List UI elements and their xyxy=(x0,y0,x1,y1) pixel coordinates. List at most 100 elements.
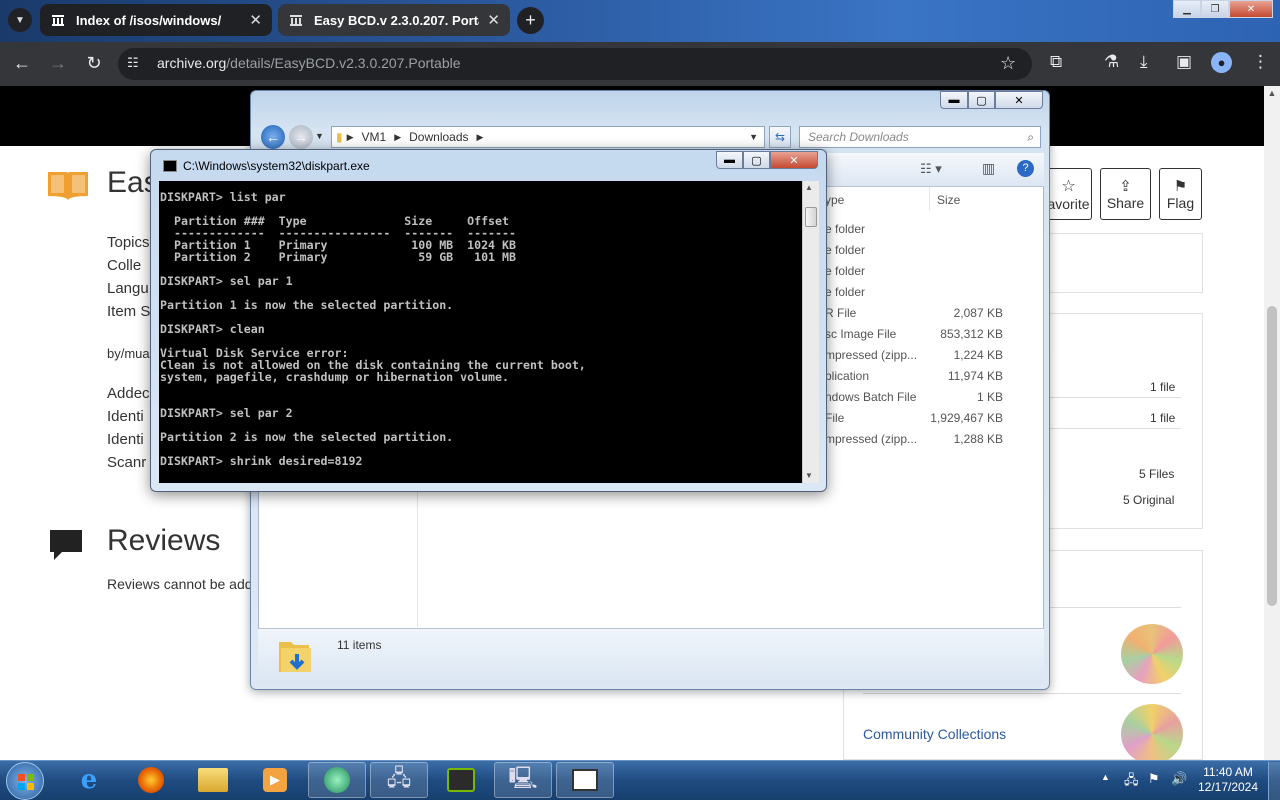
byline[interactable]: by/mua xyxy=(107,346,150,361)
download-icon[interactable]: ⤓ xyxy=(1140,52,1148,72)
page-scrollbar[interactable] xyxy=(1264,86,1280,760)
taskbar-nvidia[interactable] xyxy=(432,762,490,798)
extensions-icon[interactable]: ⧉ xyxy=(1050,52,1062,72)
collection-thumbnail[interactable] xyxy=(1121,704,1183,764)
close-window-button[interactable]: ✕ xyxy=(770,151,818,169)
reload-button[interactable]: ↻ xyxy=(82,51,106,75)
explorer-back-button[interactable]: ← xyxy=(261,125,285,149)
maximize-button[interactable]: ▢ xyxy=(968,91,995,109)
scroll-up-icon[interactable]: ▲ xyxy=(1266,88,1278,102)
chevron-down-icon[interactable]: ▼ xyxy=(749,132,758,142)
breadcrumb-vm1[interactable]: VM1 xyxy=(362,130,387,144)
collection-thumbnail[interactable] xyxy=(1121,624,1183,684)
minimize-icon: ▁ xyxy=(1183,3,1191,15)
preview-pane-icon[interactable]: ▥ xyxy=(982,160,995,177)
favorite-button[interactable]: ☆ avorite xyxy=(1046,168,1092,220)
action-center-flag-icon[interactable]: ⚑ xyxy=(1148,771,1160,787)
taskbar-file-explorer[interactable] xyxy=(184,762,242,798)
console-output[interactable]: DISKPART> list par Partition ### Type Si… xyxy=(159,181,802,483)
bookmark-star-icon[interactable]: ☆ xyxy=(1000,53,1016,74)
taskbar-console[interactable] xyxy=(556,762,614,798)
console-scrollbar[interactable]: ▲ ▼ xyxy=(802,181,819,483)
tab-search-button[interactable]: ▼ xyxy=(8,8,32,32)
breadcrumb-downloads[interactable]: Downloads xyxy=(409,130,468,144)
share-button[interactable]: ⇪ Share xyxy=(1100,168,1151,220)
explorer-search-input[interactable]: Search Downloads ⌕ xyxy=(799,126,1041,148)
scrollbar-thumb[interactable] xyxy=(805,207,817,227)
site-info-icon[interactable]: ☷ xyxy=(127,55,145,73)
reviews-heading: Reviews xyxy=(107,524,221,557)
close-icon: ✕ xyxy=(789,154,799,167)
column-header-size[interactable]: Size xyxy=(937,193,960,207)
taskbar-clock[interactable]: 11:40 AM 12/17/2024 xyxy=(1192,765,1264,795)
volume-icon[interactable]: 🔊 xyxy=(1171,771,1187,787)
file-row-size: 1,929,467 KB xyxy=(930,411,1003,425)
tab-index-of-isos[interactable]: Index of /isos/windows/ ✕ xyxy=(40,4,272,36)
taskbar-computer[interactable]: 🖳 xyxy=(494,762,552,798)
divider xyxy=(1040,428,1181,429)
close-icon[interactable]: ✕ xyxy=(249,11,262,29)
file-row-type[interactable]: e folder xyxy=(825,264,865,278)
taskbar-network-app[interactable]: 🖧 xyxy=(370,762,428,798)
explorer-status-bar xyxy=(258,628,1044,683)
original-total[interactable]: 5 Original xyxy=(1123,493,1174,507)
view-options-icon[interactable]: ☷ ▾ xyxy=(920,161,942,177)
file-row-type[interactable]: e folder xyxy=(825,222,865,236)
forward-button[interactable]: → xyxy=(46,51,70,75)
new-tab-button[interactable]: + xyxy=(517,7,544,34)
scroll-up-icon[interactable]: ▲ xyxy=(805,183,813,192)
explorer-forward-button[interactable]: → xyxy=(289,125,313,149)
minimize-button[interactable]: ▬ xyxy=(940,91,968,109)
minimize-button[interactable]: ▁ xyxy=(1173,0,1201,18)
close-window-button[interactable]: ✕ xyxy=(995,91,1043,109)
arrow-right-icon: → xyxy=(294,129,308,145)
file-row-type[interactable]: sc Image File xyxy=(825,327,896,341)
file-count-1[interactable]: 1 file xyxy=(1150,380,1175,394)
show-hidden-icons[interactable]: ▲ xyxy=(1101,772,1110,782)
taskbar-chrome-like-app[interactable] xyxy=(308,762,366,798)
restore-button[interactable]: ❐ xyxy=(1201,0,1229,18)
arrow-right-icon: → xyxy=(49,52,67,73)
explorer-address-bar[interactable]: ▮ ▶ VM1 ▶ Downloads ▶ ▼ xyxy=(331,126,765,148)
chevron-right-icon: ▶ xyxy=(476,131,484,142)
network-icon[interactable]: 🖧 xyxy=(1124,771,1139,793)
start-button[interactable] xyxy=(6,762,44,800)
menu-dots-icon[interactable]: ⋮ xyxy=(1252,52,1269,72)
back-button[interactable]: ← xyxy=(10,51,34,75)
divider xyxy=(1040,397,1181,398)
files-total[interactable]: 5 Files xyxy=(1139,467,1174,481)
refresh-icon[interactable]: ⇆ xyxy=(769,126,791,148)
url-host: archive.org xyxy=(157,55,227,71)
arrow-left-icon: ← xyxy=(13,52,31,73)
file-row-type[interactable]: R File xyxy=(825,306,856,320)
flag-button[interactable]: ⚑ Flag xyxy=(1159,168,1202,220)
flag-label: Flag xyxy=(1166,195,1195,211)
url-text[interactable]: archive.org/details/EasyBCD.v2.3.0.207.P… xyxy=(157,55,461,71)
scroll-down-icon[interactable]: ▼ xyxy=(805,471,813,480)
close-icon[interactable]: ✕ xyxy=(487,11,500,29)
meta-label-collection: Colle xyxy=(107,257,142,274)
show-desktop-button[interactable] xyxy=(1268,762,1280,800)
taskbar-media-player[interactable]: ▶ xyxy=(246,762,304,798)
help-icon[interactable]: ? xyxy=(1017,160,1034,177)
recent-pages-icon[interactable]: ▼ xyxy=(315,131,324,141)
scrollbar-thumb[interactable] xyxy=(1267,306,1277,606)
close-window-button[interactable]: ✕ xyxy=(1229,0,1273,18)
taskbar-internet-explorer[interactable]: e xyxy=(60,762,118,798)
computer-icon: 🖳 xyxy=(508,765,538,790)
side-panel-icon[interactable]: ▣ xyxy=(1176,52,1192,72)
taskbar-firefox[interactable] xyxy=(122,762,180,798)
profile-avatar-icon[interactable]: ● xyxy=(1211,52,1232,73)
file-row-type[interactable]: plication xyxy=(825,369,869,383)
minimize-button[interactable]: ▬ xyxy=(716,151,743,169)
labs-flask-icon[interactable]: ⚗ xyxy=(1104,52,1119,72)
file-row-type[interactable]: e folder xyxy=(825,243,865,257)
media-player-icon: ▶ xyxy=(263,768,287,792)
maximize-button[interactable]: ▢ xyxy=(743,151,770,169)
file-count-2[interactable]: 1 file xyxy=(1150,411,1175,425)
community-collections-link[interactable]: Community Collections xyxy=(863,726,1006,742)
column-header-type[interactable]: ype xyxy=(825,193,844,207)
tab-easybcd[interactable]: Easy BCD.v 2.3.0.207. Portable ✕ xyxy=(278,4,510,36)
file-row-type[interactable]: File xyxy=(825,411,844,425)
file-row-type[interactable]: e folder xyxy=(825,285,865,299)
